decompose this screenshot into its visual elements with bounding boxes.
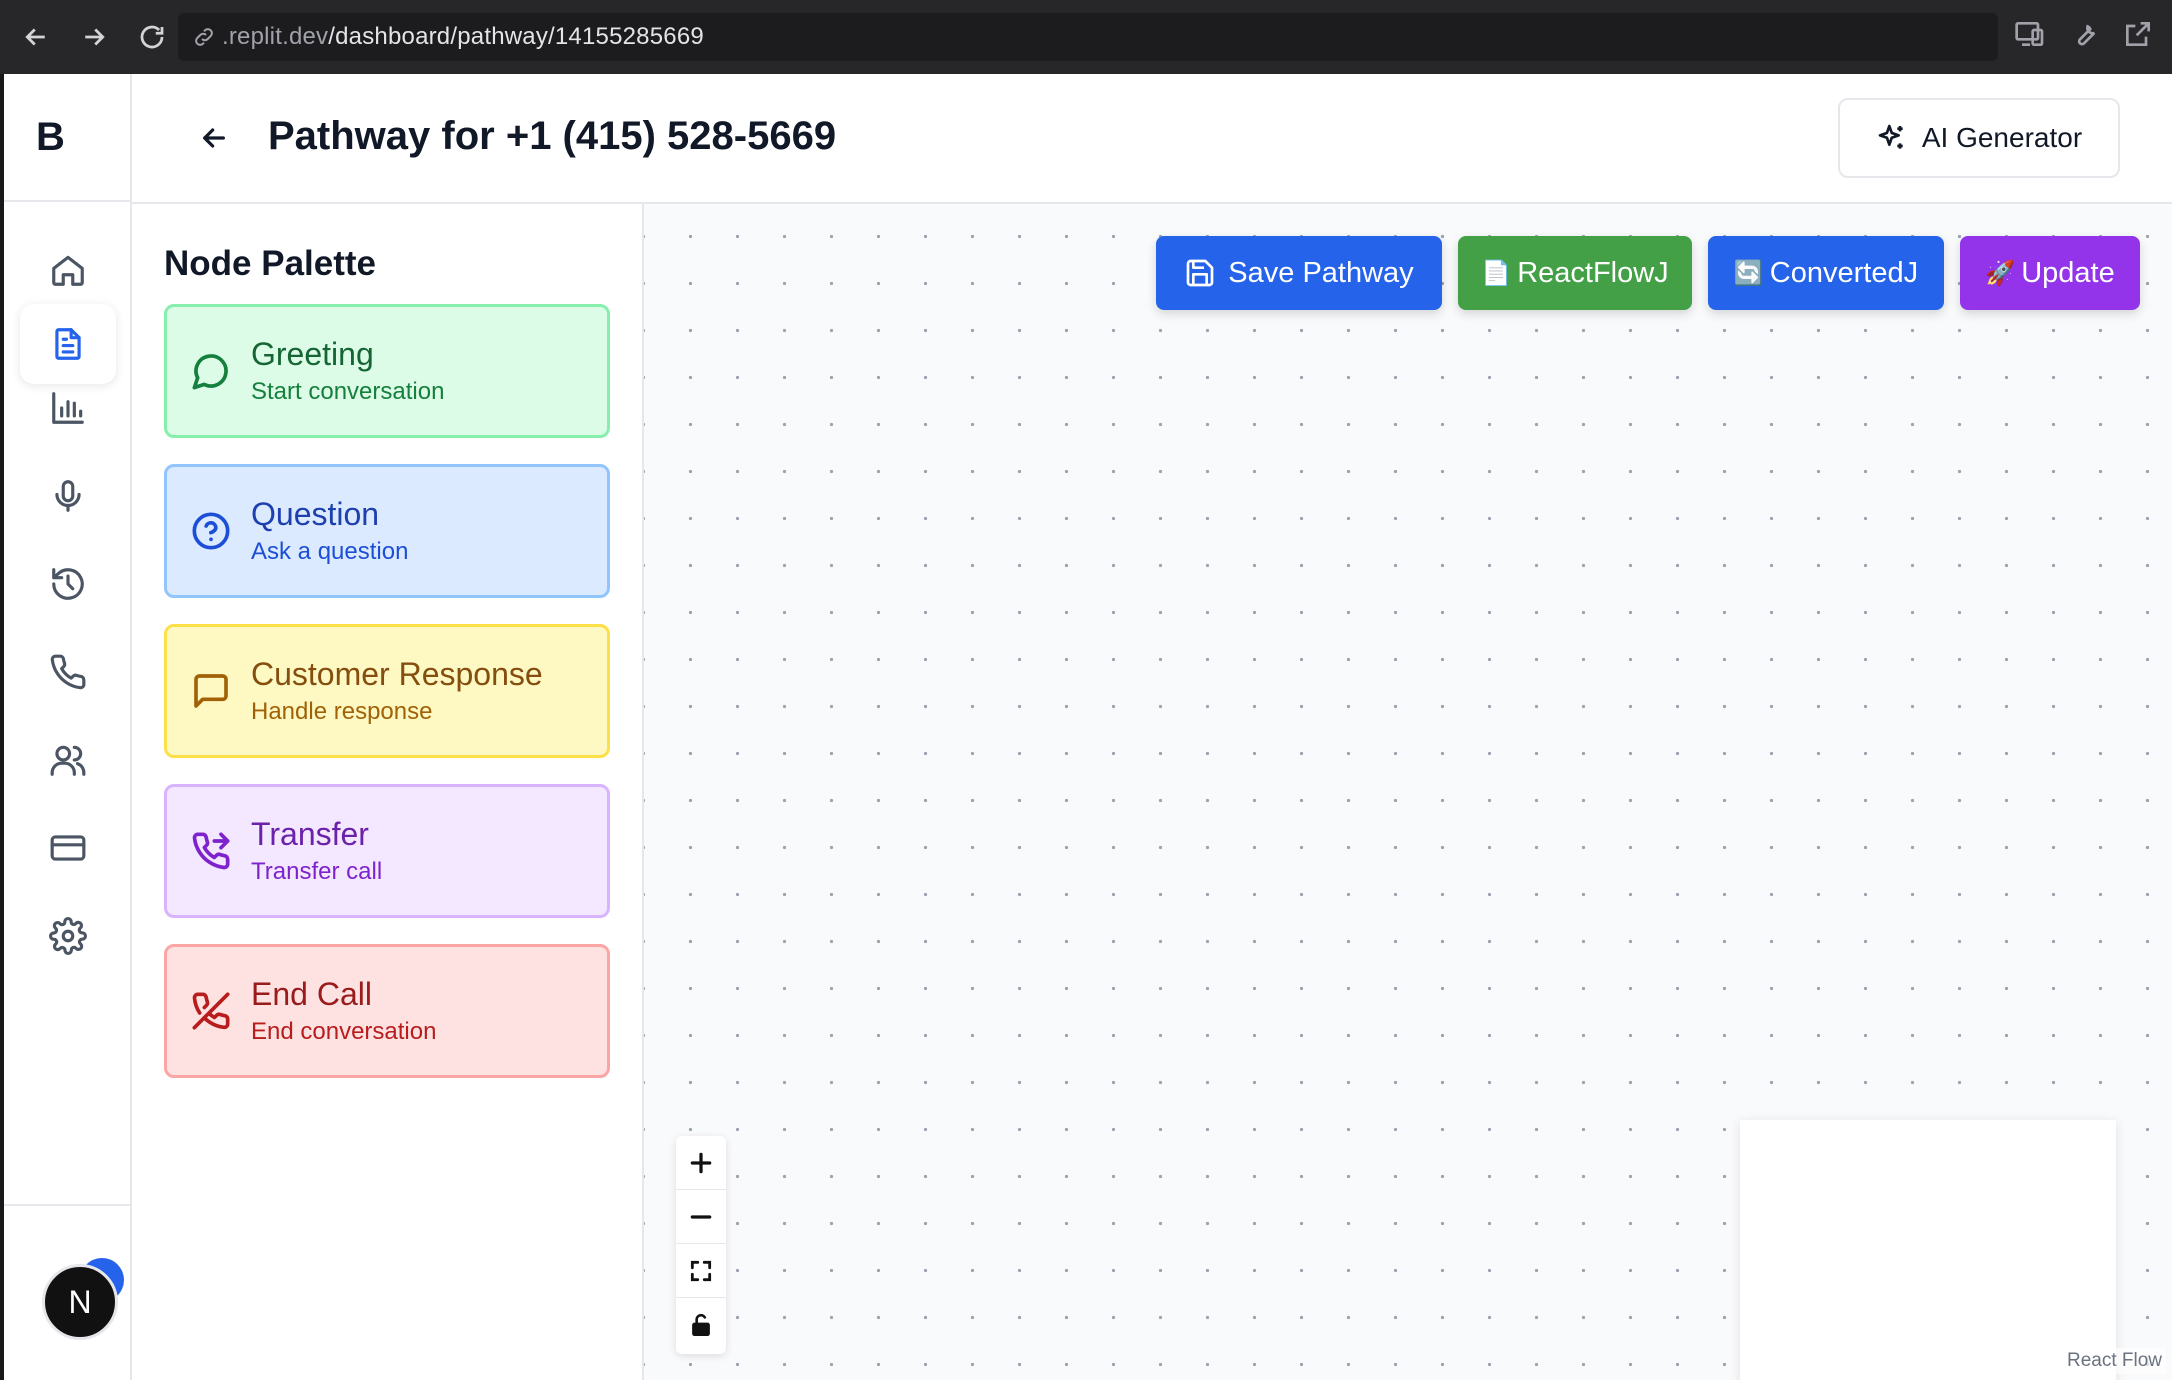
ai-generator-button[interactable]: AI Generator [1838, 98, 2120, 178]
unlock-icon [692, 1313, 710, 1337]
message-square-icon [194, 674, 228, 708]
save-pathway-button[interactable]: Save Pathway [1156, 236, 1442, 310]
gear-icon [49, 917, 87, 955]
sidebar-item-settings[interactable] [20, 896, 116, 976]
back-button[interactable] [192, 116, 236, 160]
avatar[interactable]: N [42, 1264, 118, 1340]
devices-icon[interactable] [2014, 18, 2046, 50]
node-subtitle: Start conversation [251, 378, 445, 405]
message-circle-icon [192, 354, 228, 390]
app-window: B N Pathway for +1 (415) 528-5669 AI Gen… [4, 74, 2172, 1380]
users-icon [50, 745, 86, 776]
palette-node-transfer[interactable]: Transfer Transfer call [164, 784, 610, 918]
sparkles-icon [1878, 124, 1903, 149]
address-bar[interactable]: .replit.dev/dashboard/pathway/1415528566… [178, 13, 1998, 61]
node-title: End Call [251, 976, 372, 1012]
zoom-out-button[interactable] [676, 1190, 726, 1244]
page-title: Pathway for +1 (415) 528-5669 [268, 114, 837, 158]
bar-chart-icon [52, 392, 84, 424]
update-button[interactable]: 🚀 Update [1960, 236, 2140, 310]
microphone-icon [55, 480, 81, 512]
phone-icon [50, 654, 86, 690]
phone-forwarded-icon [192, 832, 230, 870]
reactflow-json-button[interactable]: 📄 ReactFlowJ [1458, 236, 1692, 310]
palette-node-customer-response[interactable]: Customer Response Handle response [164, 624, 610, 758]
help-circle-icon [192, 512, 230, 550]
flow-controls [676, 1136, 726, 1354]
fullscreen-icon [690, 1260, 712, 1281]
browser-forward-button[interactable] [66, 9, 122, 65]
palette-node-end-call[interactable]: End Call End conversation [164, 944, 610, 1078]
node-palette: Node Palette Greeting Start conversation… [132, 204, 644, 1380]
page-emoji-icon: 📄 [1481, 259, 1512, 287]
credit-card-icon [50, 835, 86, 861]
refresh-emoji-icon: 🔄 [1733, 259, 1764, 287]
icon-sidebar: B N [4, 74, 132, 1380]
converted-json-button[interactable]: 🔄 ConvertedJ [1708, 236, 1944, 310]
document-icon [55, 328, 81, 360]
url-prefix: .replit.dev [222, 23, 329, 50]
arrow-right-icon [85, 28, 105, 46]
phone-off-icon [192, 992, 230, 1030]
minus-icon [690, 1214, 712, 1219]
converted-json-label: ConvertedJ [1769, 256, 1919, 289]
reload-icon [140, 25, 164, 49]
sidebar-item-analytics[interactable] [20, 368, 116, 448]
browser-toolbar: .replit.dev/dashboard/pathway/1415528566… [0, 0, 2172, 74]
arrow-left-icon [203, 128, 225, 148]
sidebar-item-calls[interactable] [20, 632, 116, 712]
save-pathway-label: Save Pathway [1228, 256, 1414, 289]
rocket-emoji-icon: 🚀 [1985, 259, 2016, 287]
browser-tools [2014, 18, 2154, 50]
palette-node-question[interactable]: Question Ask a question [164, 464, 610, 598]
node-subtitle: Handle response [251, 698, 433, 725]
react-flow-attribution[interactable]: React Flow [2062, 1348, 2166, 1374]
node-title: Question [251, 496, 380, 532]
sidebar-item-home[interactable] [20, 230, 116, 310]
sidebar-item-voices[interactable] [20, 456, 116, 536]
ai-generator-label: AI Generator [1921, 122, 2083, 153]
browser-back-button[interactable] [8, 9, 64, 65]
user-avatar-wrapper[interactable]: N [42, 1258, 124, 1340]
sidebar-item-contacts[interactable] [20, 720, 116, 800]
palette-title: Node Palette [164, 244, 376, 283]
zoom-in-button[interactable] [676, 1136, 726, 1190]
node-title: Transfer [251, 816, 369, 852]
wrench-icon[interactable] [2068, 18, 2100, 50]
node-title: Greeting [251, 336, 374, 372]
history-icon [52, 568, 84, 600]
arrow-left-icon [25, 28, 45, 46]
reactflow-json-label: ReactFlowJ [1517, 256, 1669, 289]
sidebar-item-history[interactable] [20, 544, 116, 624]
node-title: Customer Response [251, 656, 543, 692]
toggle-interactivity-button[interactable] [676, 1298, 726, 1352]
update-label: Update [2021, 256, 2115, 289]
node-subtitle: Ask a question [251, 538, 409, 565]
fit-view-button[interactable] [676, 1244, 726, 1298]
url-path: /dashboard/pathway/14155285669 [328, 23, 704, 50]
node-subtitle: Transfer call [251, 858, 383, 885]
sidebar-item-billing[interactable] [20, 808, 116, 888]
external-link-icon[interactable] [2122, 18, 2154, 50]
palette-node-greeting[interactable]: Greeting Start conversation [164, 304, 610, 438]
sidebar-footer: N [4, 1204, 132, 1380]
flow-minimap[interactable] [1740, 1120, 2116, 1380]
browser-reload-button[interactable] [124, 9, 180, 65]
plus-icon [690, 1152, 712, 1173]
page-header: Pathway for +1 (415) 528-5669 AI Generat… [132, 74, 2172, 204]
app-logo[interactable]: B [4, 74, 130, 202]
url-text: .replit.dev/dashboard/pathway/1415528566… [222, 23, 704, 51]
node-subtitle: End conversation [251, 1018, 437, 1045]
home-icon [52, 255, 84, 286]
flow-canvas[interactable]: Save Pathway 📄 ReactFlowJ 🔄 ConvertedJ 🚀… [644, 204, 2172, 1380]
link-icon [195, 28, 213, 46]
save-icon [1186, 259, 1214, 287]
